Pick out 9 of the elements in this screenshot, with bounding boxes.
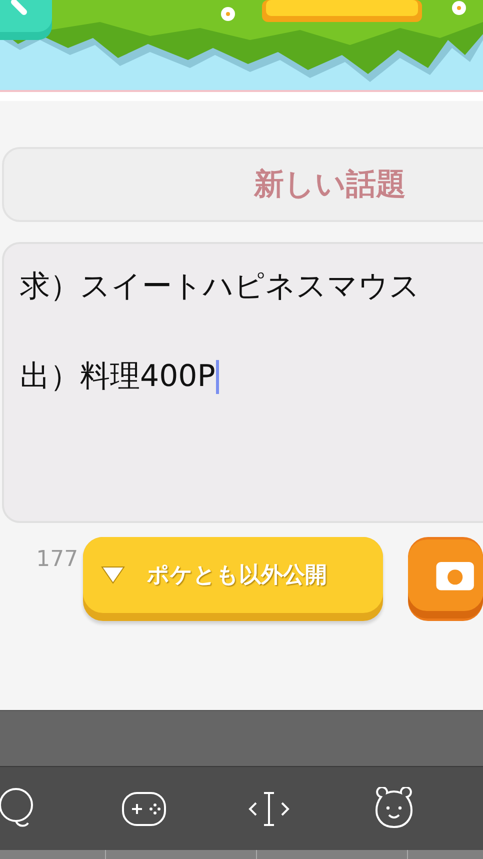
camera-button[interactable] [408, 537, 483, 621]
body-field[interactable]: 求）スイートハピネスマウス 出）料理400P [2, 242, 483, 523]
text-line: 求）スイートハピネスマウス [20, 268, 420, 306]
text-line: 出）料理400P [20, 358, 216, 396]
visibility-button[interactable]: ポケとも以外公開 [83, 537, 383, 621]
character-count: 177 [35, 546, 80, 572]
triangle-icon [101, 566, 126, 584]
placeholder-text: 新しい話題 [254, 166, 406, 204]
topic-field[interactable]: 新しい話題 [2, 147, 483, 222]
